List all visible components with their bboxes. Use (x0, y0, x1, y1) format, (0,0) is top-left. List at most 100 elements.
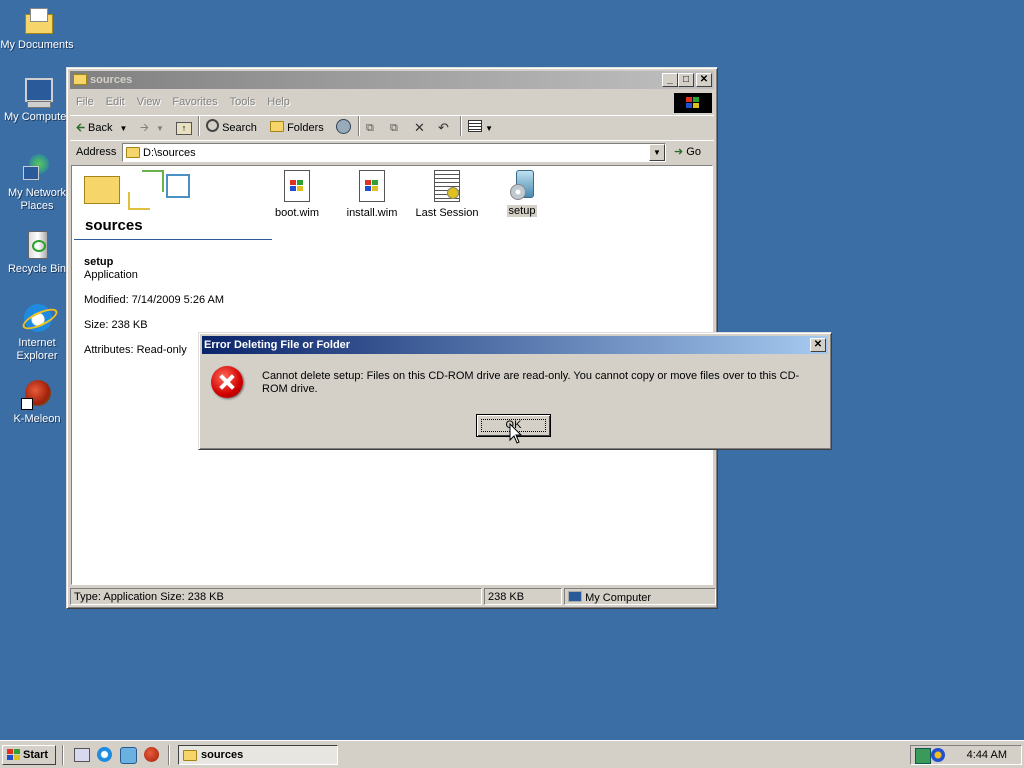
desktop-icon-internet-explorer[interactable]: Internet Explorer (0, 302, 74, 363)
dropdown-arrow-icon: ▼ (119, 124, 128, 133)
move-to-button[interactable]: ⧉ (366, 119, 374, 137)
move-to-icon: ⧉ (366, 122, 374, 134)
go-arrow-icon: ➜ (674, 146, 684, 158)
dialog-message: Cannot delete setup: Files on this CD-RO… (262, 370, 800, 395)
undo-button[interactable]: ↶ (438, 119, 449, 137)
maximize-button[interactable]: □ (678, 73, 694, 87)
taskbar-button-sources[interactable]: sources (178, 745, 338, 765)
up-button[interactable]: ↑ (176, 119, 192, 137)
desktop-icon-label: My Network Places (7, 187, 67, 212)
minimize-button[interactable]: _ (662, 73, 678, 87)
panel-folder-title: sources (85, 217, 143, 234)
go-button[interactable]: ➜ Go (674, 143, 710, 162)
k-meleon-icon: ↗ (21, 378, 53, 410)
folder-icon (73, 74, 87, 85)
text-file-icon (434, 170, 460, 202)
menu-edit[interactable]: Edit (100, 92, 131, 112)
views-button[interactable]: ▼ (468, 119, 493, 137)
wim-file-icon (284, 170, 310, 202)
copy-to-button[interactable]: ⧉ (390, 119, 398, 137)
start-button[interactable]: Start (2, 745, 56, 765)
setup-app-icon (510, 170, 534, 200)
file-item[interactable]: boot.wim (262, 170, 332, 219)
up-folder-icon: ↑ (176, 122, 192, 135)
close-button[interactable]: ✕ (696, 73, 712, 87)
status-size: 238 KB (484, 588, 562, 605)
forward-button[interactable]: 🡪 ▼ (140, 119, 164, 137)
quicklaunch-outlook-icon[interactable] (120, 747, 137, 764)
file-name: install.wim (346, 207, 398, 219)
dialog-titlebar[interactable]: Error Deleting File or Folder ✕ (202, 336, 828, 354)
folders-icon (270, 121, 284, 132)
panel-attributes: Attributes: Read-only (84, 344, 187, 356)
menu-file[interactable]: File (70, 92, 100, 112)
panel-divider (74, 239, 272, 240)
menu-help[interactable]: Help (261, 92, 296, 112)
panel-modified: Modified: 7/14/2009 5:26 AM (84, 294, 225, 306)
status-bar: Type: Application Size: 238 KB 238 KB My… (70, 588, 716, 606)
panel-selected-name: setup (84, 256, 114, 268)
mouse-cursor-icon (509, 423, 523, 444)
file-name: boot.wim (274, 207, 320, 219)
my-documents-icon (21, 4, 53, 36)
delete-button[interactable]: ✕ (414, 119, 425, 137)
file-item[interactable]: Last Session (412, 170, 482, 219)
dialog-title: Error Deleting File or Folder (204, 339, 351, 351)
my-computer-icon (21, 76, 53, 108)
address-label: Address (76, 146, 117, 158)
network-places-icon (21, 152, 53, 184)
status-zone: My Computer (564, 588, 716, 605)
recycle-bin-icon (21, 228, 53, 260)
status-info: Type: Application Size: 238 KB (70, 588, 482, 605)
history-button[interactable] (336, 119, 351, 137)
volume-tray-icon[interactable] (931, 748, 945, 762)
desktop-icon-label: Recycle Bin (7, 263, 67, 275)
wim-file-icon (359, 170, 385, 202)
quicklaunch-k-meleon-icon[interactable] (144, 747, 159, 762)
windows-flag-icon (7, 749, 20, 761)
forward-arrow-icon: 🡪 (140, 122, 149, 134)
quicklaunch-desktop-icon[interactable] (74, 748, 90, 762)
desktop-icon-label: My Documents (0, 39, 74, 51)
desktop-icon-recycle-bin[interactable]: Recycle Bin (0, 228, 74, 276)
error-icon (211, 366, 243, 398)
desktop-icon-my-computer[interactable]: My Computer (0, 76, 74, 124)
file-item-selected[interactable]: setup (487, 170, 557, 217)
desktop-icon-my-network-places[interactable]: My Network Places (0, 152, 74, 213)
panel-selected-type: Application (84, 269, 138, 281)
taskbar: Start sources 4:44 AM (0, 740, 1024, 768)
menu-bar: File Edit View Favorites Tools Help (70, 92, 714, 113)
desktop-icon-label: My Computer (3, 111, 71, 123)
address-dropdown-button[interactable]: ▼ (649, 144, 665, 161)
search-icon (206, 119, 219, 132)
back-arrow-icon: 🡨 (76, 122, 85, 134)
network-tray-icon[interactable] (915, 748, 931, 764)
folders-button[interactable]: Folders (270, 119, 324, 137)
window-titlebar[interactable]: sources _ □ ✕ (70, 71, 714, 89)
dropdown-arrow-icon: ▼ (156, 124, 164, 133)
dialog-close-button[interactable]: ✕ (810, 338, 826, 352)
internet-explorer-icon (19, 302, 61, 334)
address-input[interactable]: D:\sources ▼ (122, 143, 666, 162)
search-button[interactable]: Search (206, 119, 257, 137)
menu-view[interactable]: View (131, 92, 167, 112)
quicklaunch-ie-icon[interactable] (97, 747, 112, 762)
undo-icon: ↶ (438, 120, 449, 135)
clock[interactable]: 4:44 AM (967, 749, 1007, 761)
back-button[interactable]: 🡨 Back ▼ (76, 119, 127, 137)
file-name: Last Session (415, 207, 479, 219)
desktop-icon-label: Internet Explorer (16, 337, 58, 362)
dropdown-arrow-icon: ▼ (485, 124, 493, 133)
file-item[interactable]: install.wim (337, 170, 407, 219)
menu-tools[interactable]: Tools (224, 92, 262, 112)
window-title: sources (90, 74, 133, 86)
panel-size: Size: 238 KB (84, 319, 148, 331)
address-value: D:\sources (143, 147, 196, 159)
desktop-icon-my-documents[interactable]: My Documents (0, 4, 74, 52)
windows-logo-icon (674, 93, 712, 113)
file-name: setup (506, 205, 538, 217)
menu-favorites[interactable]: Favorites (166, 92, 223, 112)
standard-toolbar: 🡨 Back ▼ 🡪 ▼ ↑ Search Folders ⧉ ⧉ ✕ ↶ ▼ (70, 115, 714, 141)
desktop-icon-k-meleon[interactable]: ↗ K-Meleon (0, 378, 74, 426)
delete-icon: ✕ (414, 120, 425, 135)
